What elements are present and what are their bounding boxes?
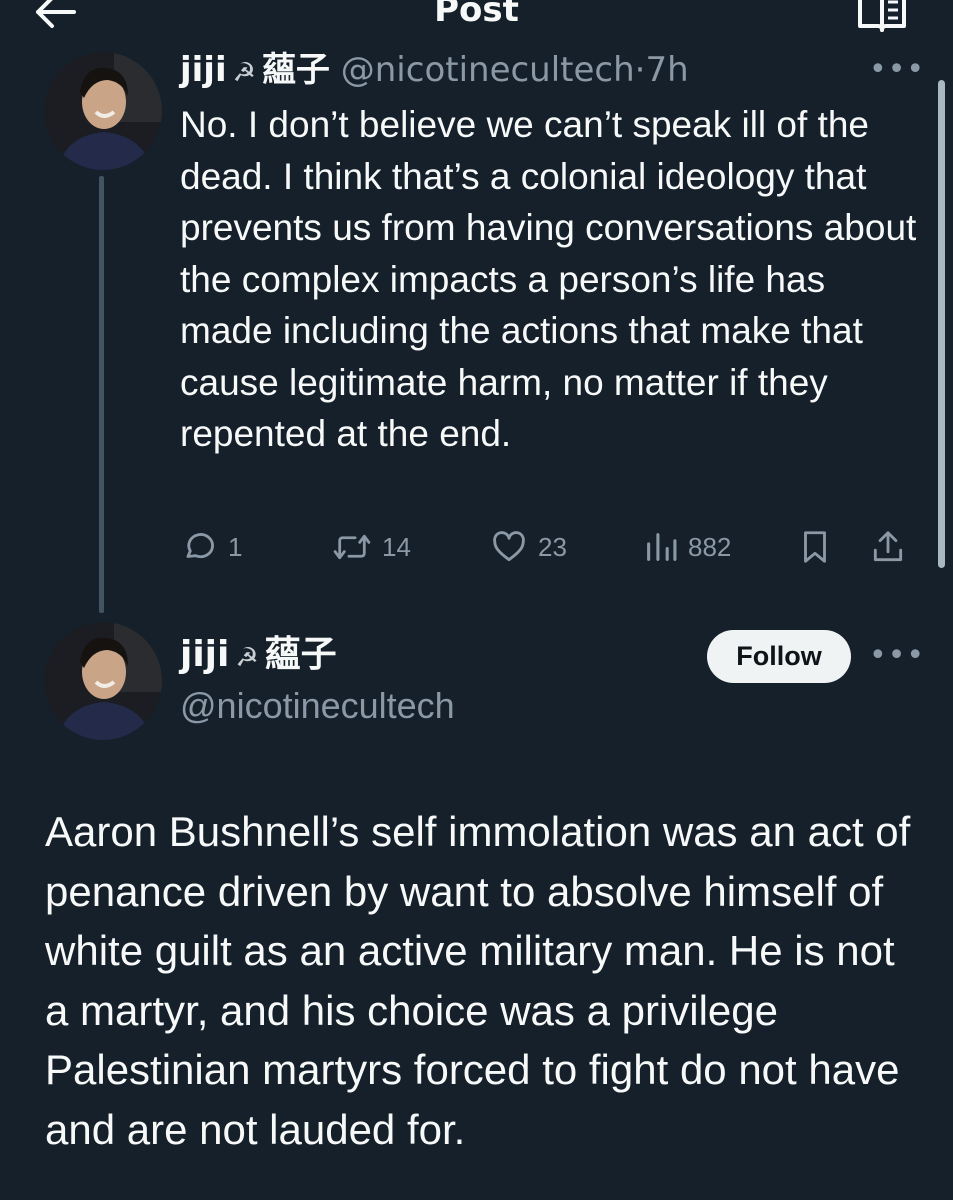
user-handle[interactable]: @nicotinecultech bbox=[341, 50, 635, 90]
book-open-icon bbox=[858, 0, 906, 32]
tweet-text: No. I don’t believe we can’t speak ill o… bbox=[180, 104, 917, 454]
display-name[interactable]: jiji bbox=[180, 50, 227, 90]
share-button[interactable] bbox=[870, 525, 916, 569]
heart-icon bbox=[493, 531, 525, 562]
display-name-suffix[interactable]: 蘊子 bbox=[262, 50, 330, 90]
reply-icon bbox=[186, 533, 214, 559]
view-count: 882 bbox=[688, 531, 732, 562]
follow-button[interactable]: Follow bbox=[707, 630, 851, 683]
top-bar: Post bbox=[0, 0, 953, 40]
separator-dot: · bbox=[634, 50, 646, 90]
avatar[interactable] bbox=[44, 622, 162, 740]
avatar-image bbox=[44, 52, 162, 170]
tweet-text: Aaron Bushnell’s self immolation was an … bbox=[45, 808, 911, 1153]
main-tweet-author[interactable]: jiji ☭ 蘊子 bbox=[180, 630, 337, 683]
page-title: Post bbox=[434, 0, 519, 30]
tweet-action-bar: 1 14 23 882 bbox=[180, 525, 920, 569]
reader-mode-button[interactable] bbox=[856, 0, 908, 34]
display-name[interactable]: jiji bbox=[180, 634, 229, 675]
post-page: Post jiji ☭ 蘊子 @nicotinecultech·7h ••• No.… bbox=[0, 0, 953, 1200]
reply-button[interactable]: 1 bbox=[180, 525, 242, 569]
avatar[interactable] bbox=[44, 52, 162, 170]
hammer-sickle-icon: ☭ bbox=[235, 643, 259, 673]
share-icon bbox=[873, 531, 903, 562]
bookmark-button[interactable] bbox=[798, 525, 842, 569]
scrollbar[interactable] bbox=[938, 80, 945, 568]
like-count: 23 bbox=[538, 531, 567, 562]
like-button[interactable]: 23 bbox=[490, 525, 567, 569]
reply-count: 1 bbox=[228, 531, 243, 562]
views-button[interactable]: 882 bbox=[644, 525, 731, 569]
repost-button[interactable]: 14 bbox=[332, 525, 411, 569]
bar-chart-icon bbox=[647, 533, 677, 561]
timestamp[interactable]: 7h bbox=[645, 50, 688, 90]
repost-icon bbox=[333, 534, 371, 560]
user-handle[interactable]: @nicotinecultech bbox=[180, 682, 455, 730]
parent-tweet-header: jiji ☭ 蘊子 @nicotinecultech·7h bbox=[180, 48, 880, 92]
display-name-suffix[interactable]: 蘊子 bbox=[265, 634, 337, 675]
repost-count: 14 bbox=[382, 531, 411, 562]
bookmark-icon bbox=[804, 531, 826, 563]
more-options-button[interactable]: ••• bbox=[869, 641, 924, 671]
thread-connector bbox=[99, 176, 104, 613]
avatar-image bbox=[44, 622, 162, 740]
hammer-sickle-icon: ☭ bbox=[232, 58, 256, 88]
more-options-button[interactable]: ••• bbox=[869, 55, 924, 85]
